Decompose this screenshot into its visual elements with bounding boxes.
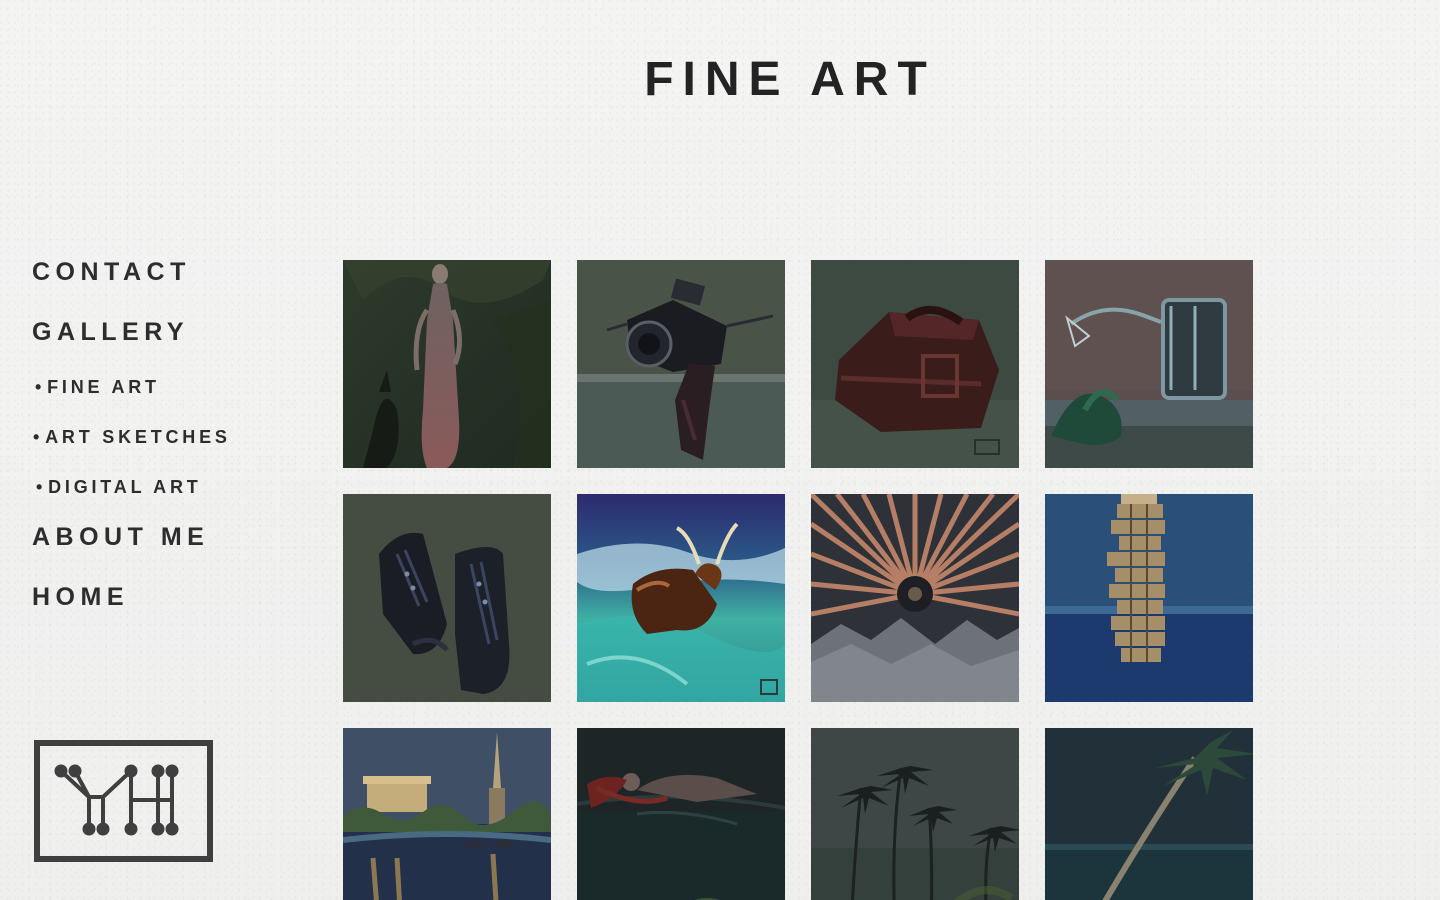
bullet: •	[35, 377, 46, 397]
painting-palm-trees-fog	[811, 728, 1019, 900]
artwork-thumbnail[interactable]	[343, 494, 551, 702]
page-title: FINE ART	[644, 53, 936, 106]
painting-woman-in-water	[577, 728, 785, 900]
artwork-thumbnail[interactable]	[577, 260, 785, 468]
logo-icon	[34, 740, 213, 862]
painting-radial-rays	[811, 494, 1019, 702]
nav-gallery[interactable]: GALLERY	[32, 318, 189, 347]
artwork-thumbnail[interactable]	[1045, 260, 1253, 468]
painting-woman-with-dog	[343, 260, 551, 468]
yh-monogram-logo[interactable]	[34, 740, 213, 862]
nav-sub-label: ART SKETCHES	[45, 427, 231, 447]
artwork-thumbnail[interactable]	[343, 260, 551, 468]
bullet: •	[36, 477, 47, 497]
nav-sub-digital-art[interactable]: • DIGITAL ART	[36, 477, 202, 498]
nav-sub-fine-art[interactable]: • FINE ART	[35, 377, 160, 398]
painting-block-tower	[1045, 494, 1253, 702]
artwork-thumbnail[interactable]	[1045, 728, 1253, 900]
painting-boots	[343, 494, 551, 702]
artwork-thumbnail[interactable]	[577, 494, 785, 702]
nav-about-me[interactable]: ABOUT ME	[32, 523, 209, 552]
nav-contact[interactable]: CONTACT	[32, 258, 191, 287]
nav-home[interactable]: HOME	[32, 583, 129, 612]
artwork-thumbnail[interactable]	[577, 728, 785, 900]
artwork-thumbnail[interactable]	[811, 494, 1019, 702]
painting-palm-tree-night	[1045, 728, 1253, 900]
painting-bull-in-river	[577, 494, 785, 702]
bullet: •	[33, 427, 44, 447]
nav-sub-label: FINE ART	[47, 377, 160, 397]
painting-leather-bag	[811, 260, 1019, 468]
nav-sub-art-sketches[interactable]: • ART SKETCHES	[33, 427, 231, 448]
artwork-thumbnail[interactable]	[1045, 494, 1253, 702]
page: FINE ART CONTACT GALLERY • FINE ART • ART …	[0, 0, 1440, 900]
artwork-thumbnail[interactable]	[811, 260, 1019, 468]
artwork-thumbnail[interactable]	[343, 728, 551, 900]
painting-monument-reflection	[343, 728, 551, 900]
painting-camera	[577, 260, 785, 468]
painting-hand-mixer	[1045, 260, 1253, 468]
nav-sub-label: DIGITAL ART	[48, 477, 202, 497]
artwork-thumbnail[interactable]	[811, 728, 1019, 900]
